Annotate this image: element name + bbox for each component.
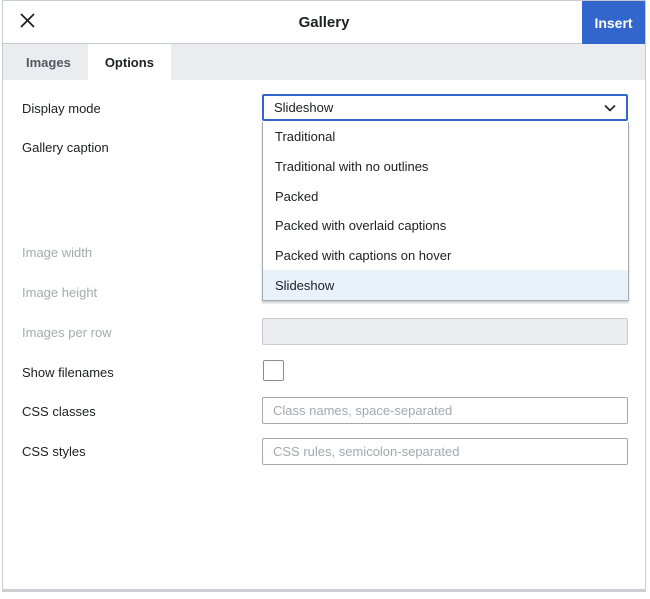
image-height-label: Image height (22, 285, 97, 300)
dialog-title: Gallery (3, 1, 645, 44)
menu-option-packed-overlaid[interactable]: Packed with overlaid captions (263, 211, 628, 241)
gallery-dialog: Gallery Insert Images Options Display mo… (0, 0, 650, 599)
insert-button[interactable]: Insert (582, 1, 645, 44)
display-mode-label: Display mode (22, 101, 101, 116)
menu-option-traditional[interactable]: Traditional (263, 122, 628, 152)
menu-option-packed-hover[interactable]: Packed with captions on hover (263, 241, 628, 271)
dialog-header: Gallery Insert (3, 1, 645, 44)
display-mode-value: Slideshow (274, 100, 604, 115)
images-per-row-input (262, 318, 628, 345)
image-width-label: Image width (22, 245, 92, 260)
dialog-frame: Gallery Insert Images Options Display mo… (2, 0, 646, 592)
menu-option-traditional-no-outlines[interactable]: Traditional with no outlines (263, 152, 628, 182)
images-per-row-label: Images per row (22, 325, 112, 340)
tab-images[interactable]: Images (9, 44, 88, 80)
css-styles-label: CSS styles (22, 444, 86, 459)
gallery-caption-label: Gallery caption (22, 140, 109, 155)
menu-option-packed[interactable]: Packed (263, 181, 628, 211)
show-filenames-checkbox[interactable] (263, 360, 284, 381)
display-mode-menu: Traditional Traditional with no outlines… (262, 122, 629, 301)
tab-options[interactable]: Options (88, 44, 171, 80)
chevron-down-icon (604, 99, 616, 117)
css-styles-input[interactable] (262, 438, 628, 465)
display-mode-select[interactable]: Slideshow (262, 94, 628, 121)
close-button[interactable] (13, 9, 41, 37)
show-filenames-label: Show filenames (22, 365, 114, 380)
menu-option-slideshow[interactable]: Slideshow (263, 270, 628, 300)
tab-bar: Images Options (3, 44, 645, 80)
css-classes-input[interactable] (262, 397, 628, 424)
css-classes-label: CSS classes (22, 404, 96, 419)
close-icon (19, 12, 36, 34)
